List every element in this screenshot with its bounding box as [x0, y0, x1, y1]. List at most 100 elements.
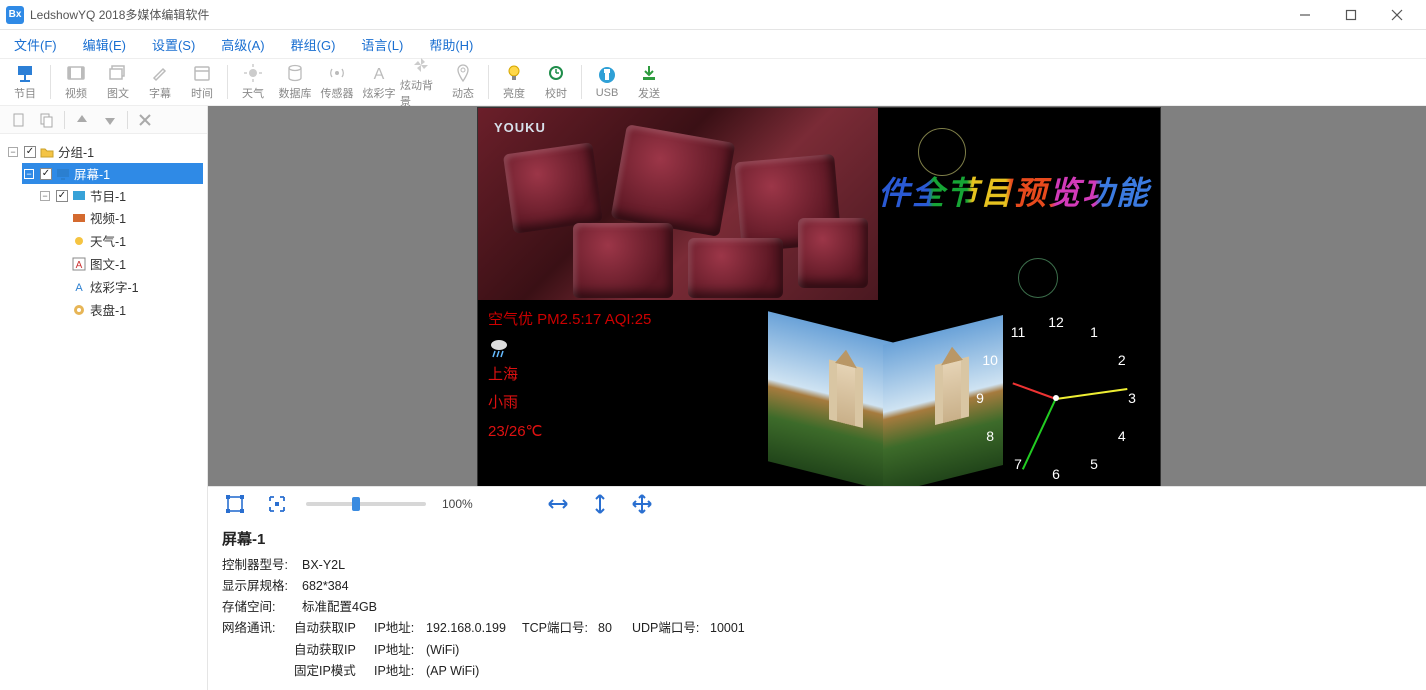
tb-time[interactable]: 时间 — [181, 59, 223, 105]
kv-key: IP地址: — [374, 661, 420, 682]
menu-advanced[interactable]: 高级(A) — [215, 31, 270, 58]
tb-pictext[interactable]: 图文 — [97, 59, 139, 105]
kv-value: 10001 — [710, 618, 750, 639]
kv-cell: 自动获取IP — [294, 618, 374, 639]
kv-key: 固定IP模式 — [294, 661, 368, 682]
tb-synctime[interactable]: 校时 — [535, 59, 577, 105]
usb-icon — [597, 65, 617, 85]
window-close-button[interactable] — [1374, 0, 1420, 30]
tree-program[interactable]: − ✓ 节目-1 — [38, 185, 203, 206]
tree-item-dial[interactable]: 表盘-1 — [54, 299, 203, 320]
tb-brightness[interactable]: 亮度 — [493, 59, 535, 105]
kv-cell: UDP端口号:10001 — [632, 618, 750, 639]
kv-cell: IP地址:192.168.0.199 — [374, 618, 522, 639]
tree-screen[interactable]: − ✓ 屏幕-1 — [22, 163, 203, 184]
lightbulb-icon — [504, 63, 524, 83]
stretch-vertical-button[interactable] — [587, 491, 613, 517]
menu-edit[interactable]: 编辑(E) — [77, 31, 132, 58]
menu-help[interactable]: 帮助(H) — [423, 31, 479, 58]
broadcast-icon — [327, 63, 347, 83]
network-label: 网络通讯: — [222, 618, 294, 639]
menu-file[interactable]: 文件(F) — [8, 31, 63, 58]
tb-colortext[interactable]: A 炫彩字 — [358, 59, 400, 105]
move-button[interactable] — [629, 491, 655, 517]
tb-label: 校时 — [545, 85, 567, 101]
clock-number: 2 — [1118, 352, 1126, 368]
svg-text:A: A — [76, 260, 83, 271]
actual-size-button[interactable] — [264, 491, 290, 517]
project-tree[interactable]: − ✓ 分组-1 − ✓ 屏幕-1 — [0, 134, 207, 690]
tree-group[interactable]: − ✓ 分组-1 — [6, 141, 203, 162]
tb-label: 传感器 — [321, 85, 354, 101]
storage-label: 存储空间: — [222, 597, 294, 618]
tb-label: 天气 — [242, 85, 264, 101]
tree-item-colortext[interactable]: A炫彩字-1 — [54, 276, 203, 297]
checkbox-icon[interactable]: ✓ — [56, 190, 68, 202]
clock-number: 4 — [1118, 428, 1126, 444]
network-row: 固定IP模式 IP地址: (AP WiFi) — [222, 661, 1412, 682]
preview-video-zone: YOUKU — [478, 108, 878, 300]
tb-animbg[interactable]: 炫动背景 — [400, 59, 442, 105]
database-icon — [285, 63, 305, 83]
menu-group[interactable]: 群组(G) — [285, 31, 342, 58]
menu-settings[interactable]: 设置(S) — [146, 31, 201, 58]
tb-label: USB — [596, 87, 619, 99]
canvas-control-bar: 100% — [208, 486, 1426, 522]
toolbar: 节目 视频 图文 字幕 时间 天气 数据库 传感器 A 炫彩字 炫动背景 动态 亮… — [0, 58, 1426, 106]
move-down-icon[interactable] — [99, 109, 121, 131]
tree-item-pictext[interactable]: A图文-1 — [54, 253, 203, 274]
tb-label: 炫彩字 — [363, 85, 396, 101]
move-up-icon[interactable] — [71, 109, 93, 131]
kv-cell: TCP端口号: 80 — [522, 618, 632, 639]
new-file-icon[interactable] — [8, 109, 30, 131]
collapse-icon[interactable]: − — [8, 147, 18, 157]
tree-item-video[interactable]: 视频-1 — [54, 207, 203, 228]
window-maximize-button[interactable] — [1328, 0, 1374, 30]
tree-label: 视频-1 — [90, 208, 126, 227]
tb-usb[interactable]: USB — [586, 59, 628, 105]
tree-item-weather[interactable]: 天气-1 — [54, 230, 203, 251]
youku-watermark: YOUKU — [494, 120, 546, 135]
menu-language[interactable]: 语言(L) — [355, 31, 409, 58]
rainbow-text: 件全节目预览功能 — [878, 168, 1156, 214]
delete-icon[interactable] — [134, 109, 156, 131]
tb-subtitle[interactable]: 字幕 — [139, 59, 181, 105]
image-stack-icon — [108, 63, 128, 83]
tb-program[interactable]: 节目 — [4, 59, 46, 105]
tb-video[interactable]: 视频 — [55, 59, 97, 105]
led-canvas[interactable]: YOUKU 件全节目预览功能 空气优 PM2.5:17 AQI:25 上海 小雨… — [478, 108, 1160, 486]
tb-send[interactable]: 发送 — [628, 59, 670, 105]
tb-label: 亮度 — [503, 85, 525, 101]
window-title: LedshowYQ 2018多媒体编辑软件 — [30, 6, 209, 23]
kv-key: TCP端口号: — [522, 618, 592, 639]
kv-value: (AP WiFi) — [426, 661, 522, 682]
window-minimize-button[interactable] — [1282, 0, 1328, 30]
clock-number: 8 — [986, 428, 994, 444]
clock-number: 10 — [982, 352, 998, 368]
zoom-slider[interactable] — [306, 502, 426, 506]
tree-label: 天气-1 — [90, 231, 126, 250]
copy-icon[interactable] — [36, 109, 58, 131]
tb-sensor[interactable]: 传感器 — [316, 59, 358, 105]
tree-label: 屏幕-1 — [74, 164, 110, 183]
stretch-horizontal-button[interactable] — [545, 491, 571, 517]
clock-number: 12 — [1048, 314, 1064, 330]
slider-knob[interactable] — [352, 497, 360, 511]
clock-number: 5 — [1090, 456, 1098, 472]
tb-label: 炫动背景 — [400, 77, 442, 109]
kv-key: 自动获取IP — [294, 618, 368, 639]
fit-screen-button[interactable] — [222, 491, 248, 517]
tb-dynamic[interactable]: 动态 — [442, 59, 484, 105]
kv-value: 80 — [598, 618, 632, 639]
checkbox-icon[interactable]: ✓ — [40, 168, 52, 180]
color-text-icon: A — [72, 280, 86, 294]
tb-database[interactable]: 数据库 — [274, 59, 316, 105]
collapse-icon[interactable]: − — [24, 169, 34, 179]
clock-number: 9 — [976, 390, 984, 406]
tree-toolbar — [0, 106, 207, 134]
checkbox-icon[interactable]: ✓ — [24, 146, 36, 158]
collapse-icon[interactable]: − — [40, 191, 50, 201]
letter-a-icon: A — [369, 63, 389, 83]
weather-temperature: 23/26℃ — [488, 418, 748, 447]
tb-weather[interactable]: 天气 — [232, 59, 274, 105]
